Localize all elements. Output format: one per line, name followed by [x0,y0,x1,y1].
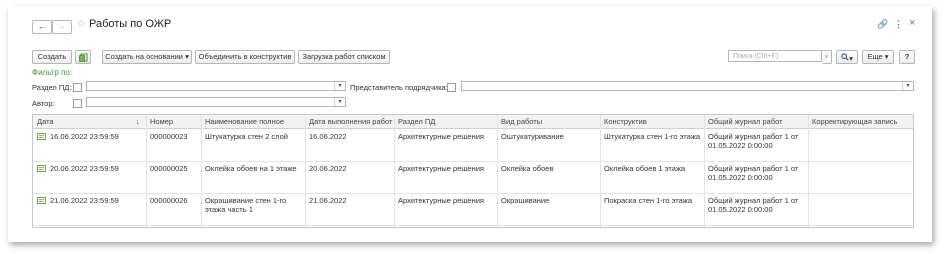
cell-date: 21.06.2022 23:59:59 [50,196,119,205]
table-header: Дата ↓ Номер Наименование полное Дата вы… [33,115,913,129]
chevron-down-icon[interactable]: ▾ [334,98,345,106]
cell-number: 000000026 [150,196,188,205]
column-header-full-name[interactable]: Наименование полное [205,117,284,126]
cell-construct: Покраска стен 1-го этажа [604,196,693,205]
more-button[interactable]: Еще ▾ [862,50,894,64]
more-menu-icon[interactable]: ⋮ [894,19,903,30]
create-based-on-label: Создать на основании [105,52,183,61]
cell-date: 20.06.2022 23:59:59 [50,164,119,173]
table-row[interactable]: 20.06.2022 23:59:59 000000025 Оклейка об… [33,161,913,194]
column-header-work-type[interactable]: Вид работы [501,117,542,126]
help-button[interactable]: ? [899,50,915,64]
section-pd-checkbox[interactable] [73,83,82,92]
cell-number: 000000025 [150,164,188,173]
cell-date: 16.06.2022 23:59:59 [50,132,119,141]
forward-button[interactable]: → [52,20,72,34]
cell-work-type: Окрашивание [501,196,550,205]
cell-journal: Общий журнал работ 1 от 01.05.2022 0:00:… [708,196,799,214]
copy-button[interactable] [75,50,91,64]
cell-name: Штукатурка стен 2 слой [205,132,288,141]
chevron-down-icon[interactable]: ▾ [902,82,913,90]
column-header-date[interactable]: Дата [37,117,54,126]
cell-journal: Общий журнал работ 1 от 01.05.2022 0:00:… [708,132,799,150]
arrow-left-icon: ← [37,21,47,31]
search-clear-button[interactable]: × [822,50,832,64]
contractor-label: Представитель подрядчика: [350,83,448,92]
clear-icon: × [824,52,829,61]
column-header-section-pd[interactable]: Раздел ПД [398,117,435,126]
search-icon [841,53,849,61]
load-works-list-button[interactable]: Загрузка работ списком [298,50,390,64]
more-label: Еще [867,52,883,61]
back-button[interactable]: ← [32,20,52,34]
section-pd-label: Раздел ПД: [32,83,72,92]
author-label: Автор: [32,99,55,108]
cell-section: Архитектурные решения [398,196,484,205]
contractor-field[interactable]: ▾ [461,81,914,91]
cell-number: 000000023 [150,132,188,141]
works-table: Дата ↓ Номер Наименование полное Дата вы… [32,114,914,228]
table-row[interactable]: 16.06.2022 23:59:59 000000023 Штукатурка… [33,129,913,162]
form-window: ← → ☆ Работы по ОЖР 🔗 ⋮ × Создать Создат… [20,14,922,232]
favorite-star-icon[interactable]: ☆ [76,17,86,30]
author-checkbox[interactable] [73,99,82,108]
column-header-done-date[interactable]: Дата выполнения работ [309,117,392,126]
create-based-on-button[interactable]: Создать на основании ▾ [102,50,192,64]
table-row[interactable]: 21.06.2022 23:59:59 000000026 Окрашивани… [33,193,913,226]
column-header-journal[interactable]: Общий журнал работ [708,117,783,126]
author-field[interactable]: ▾ [86,97,346,107]
command-bar: Создать Создать на основании ▾ Объединит… [20,50,922,64]
contractor-checkbox[interactable] [447,83,456,92]
document-icon [37,165,46,172]
title-bar: ← → ☆ Работы по ОЖР 🔗 ⋮ × [20,14,922,36]
page-title: Работы по ОЖР [89,18,172,30]
cell-name: Оклейка обоев на 1 этаже [205,164,297,173]
column-header-number[interactable]: Номер [150,117,173,126]
sort-arrow-icon: ↓ [136,117,140,126]
document-icon [37,133,46,140]
chevron-down-icon: ▾ [185,52,189,61]
cell-done-date: 20.06.2022 [309,164,347,173]
cell-construct: Оклейка обоев 1 этажа [604,164,686,173]
close-icon[interactable]: × [909,17,915,29]
column-header-construct[interactable]: Конструктив [604,117,647,126]
cell-section: Архитектурные решения [398,132,484,141]
cell-section: Архитектурные решения [398,164,484,173]
search-input[interactable]: Поиск (Ctrl+F) [728,50,822,62]
cell-name: Окрашивание стен 1-го этажа часть 1 [205,196,287,214]
link-icon[interactable]: 🔗 [877,19,888,30]
chevron-down-icon: ▾ [849,54,853,63]
chevron-down-icon: ▾ [884,52,889,61]
cell-construct: Штукатурка стен 1-го этажа [604,132,701,141]
column-header-correction[interactable]: Корректирующая запись [812,117,898,126]
section-pd-field[interactable]: ▾ [86,81,346,91]
filter-title: Фильтр по: [32,68,73,77]
chevron-down-icon[interactable]: ▾ [334,82,345,90]
cell-work-type: Оштукатуривание [501,132,564,141]
cell-done-date: 21.06.2022 [309,196,347,205]
merge-into-construct-button[interactable]: Объединить в конструктив [195,50,295,64]
search-button[interactable]: ▾ [836,50,858,64]
arrow-right-icon: → [57,21,67,31]
cell-done-date: 16.06.2022 [309,132,347,141]
copy-icon [78,53,87,62]
document-icon [37,197,46,204]
create-button[interactable]: Создать [32,50,72,64]
cell-journal: Общий журнал работ 1 от 01.05.2022 0:00:… [708,164,799,182]
cell-work-type: Оклейка обоев [501,164,554,173]
